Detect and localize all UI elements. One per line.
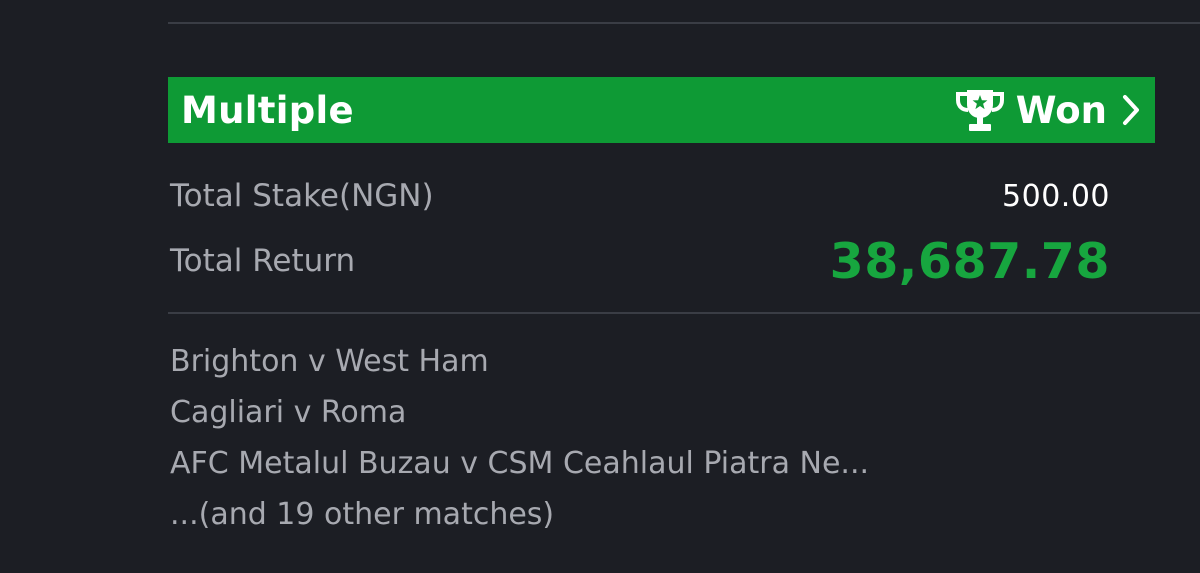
more-matches-summary: ...(and 19 other matches) (170, 497, 555, 532)
total-stake-row: Total Stake(NGN) 500.00 (170, 173, 1110, 219)
bet-status-group[interactable]: Won (954, 86, 1141, 134)
bet-status-label: Won (1015, 88, 1107, 132)
list-item: AFC Metalul Buzau v CSM Ceahlaul Piatra … (170, 446, 870, 481)
list-item: Cagliari v Roma (170, 395, 407, 430)
bet-status-banner[interactable]: Multiple Won (168, 77, 1155, 143)
match-list: Brighton v West Ham Cagliari v Roma AFC … (170, 336, 869, 540)
total-stake-value: 500.00 (1002, 178, 1110, 214)
list-item: Brighton v West Ham (170, 344, 489, 379)
bet-type-label: Multiple (181, 88, 354, 132)
bet-history-screen: Multiple Won Total Stake(NGN) 500.00 Tot… (0, 0, 1200, 573)
section-divider (168, 312, 1200, 314)
total-return-value: 38,687.78 (829, 232, 1110, 290)
total-stake-label: Total Stake(NGN) (170, 178, 434, 214)
total-return-label: Total Return (170, 243, 356, 279)
top-divider (168, 22, 1200, 24)
total-return-row: Total Return 38,687.78 (170, 232, 1110, 290)
trophy-icon (954, 86, 1006, 134)
chevron-right-icon[interactable] (1121, 93, 1141, 127)
